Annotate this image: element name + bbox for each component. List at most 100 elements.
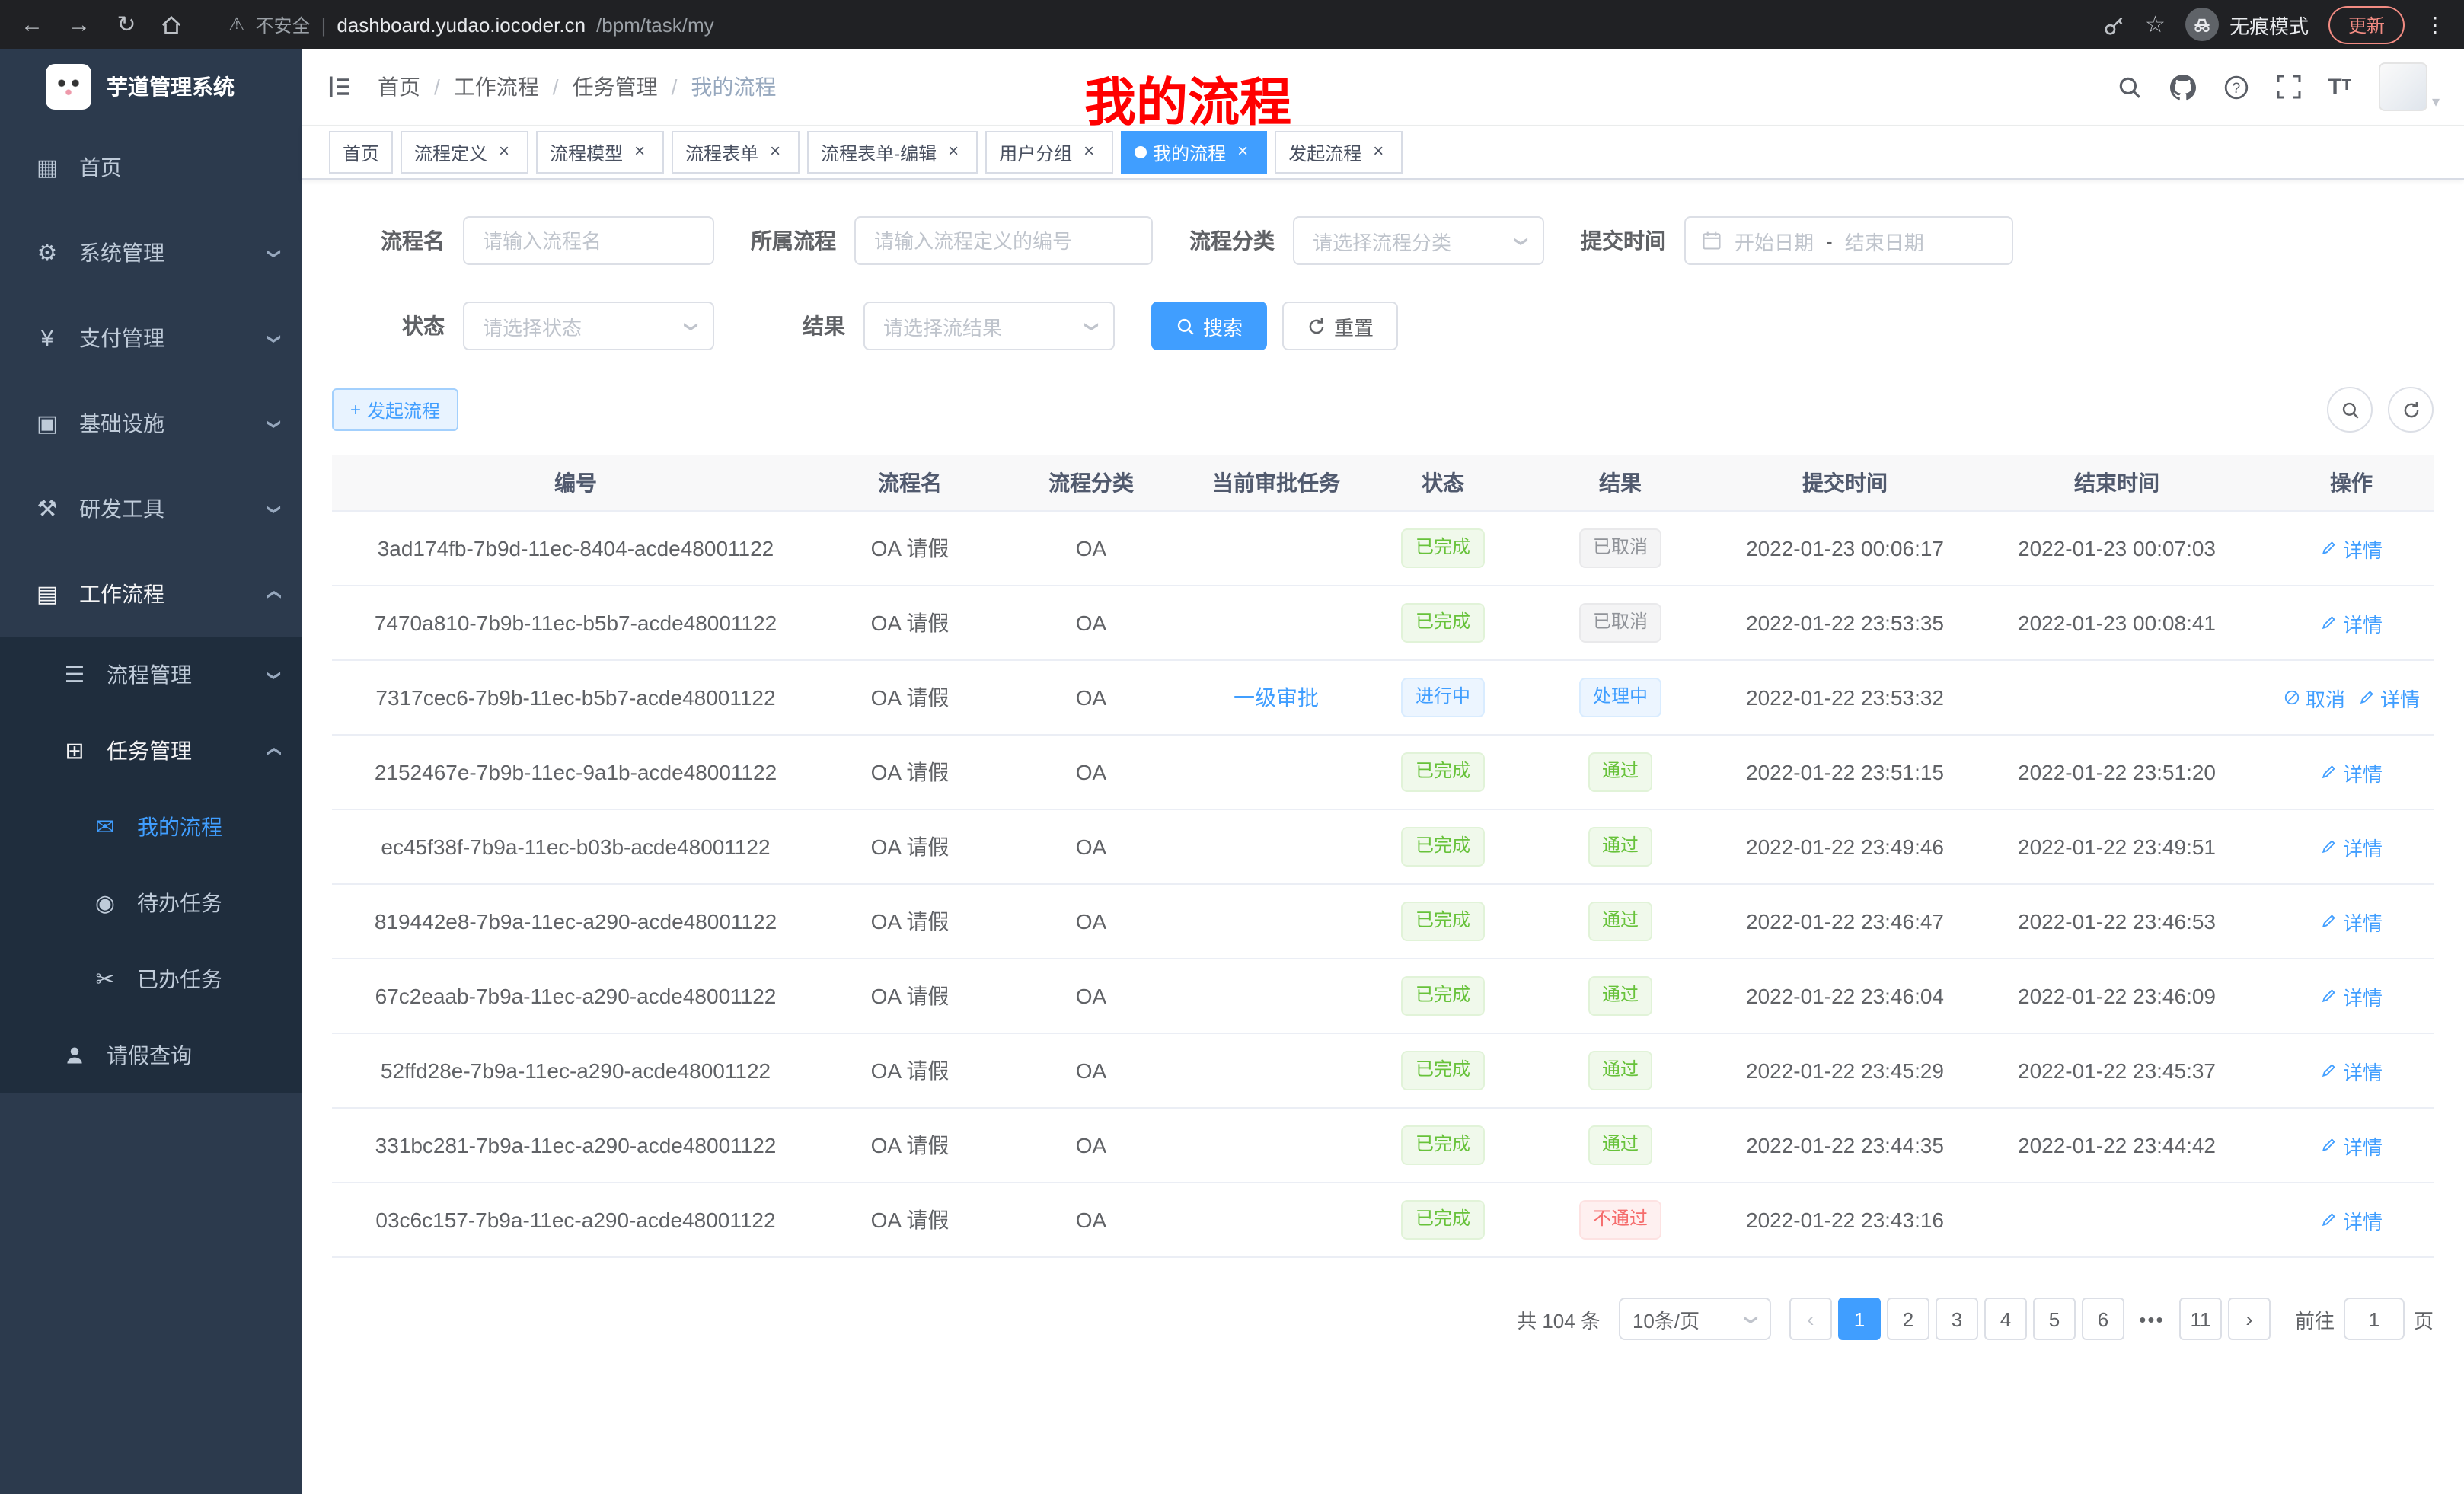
sidebar-item-done-tasks[interactable]: ✂ 已办任务 (0, 941, 302, 1017)
result-badge: 处理中 (1579, 678, 1661, 717)
view-tab[interactable]: 发起流程 × (1275, 131, 1403, 174)
detail-link[interactable]: 详情 (2320, 1056, 2383, 1085)
sidebar-item-workflow[interactable]: ▤ 工作流程 ❯ (0, 551, 302, 637)
sidebar-item-process-mgmt[interactable]: ☰ 流程管理 ❯ (0, 637, 302, 713)
view-tab[interactable]: 首页 × (329, 131, 393, 174)
search-button[interactable]: 搜索 (1151, 302, 1267, 350)
detail-link[interactable]: 详情 (2320, 534, 2383, 563)
task-mgmt-submenu: ✉ 我的流程 ◉ 待办任务 ✂ 已办任务 (0, 789, 302, 1017)
detail-link[interactable]: 详情 (2320, 832, 2383, 861)
category-select[interactable]: 请选择流程分类 ❯ (1293, 216, 1544, 265)
process-definition-input[interactable] (854, 216, 1153, 265)
view-tab[interactable]: 流程定义 × (401, 131, 528, 174)
toggle-search-button[interactable] (2327, 387, 2373, 433)
page-button[interactable]: 11 (2179, 1298, 2222, 1340)
sidebar-item-system[interactable]: ⚙ 系统管理 ❯ (0, 210, 302, 295)
cell-submit-time: 2022-01-22 23:49:46 (1725, 835, 1964, 859)
create-process-button[interactable]: + 发起流程 (332, 388, 458, 431)
view-tab[interactable]: 流程表单 × (672, 131, 800, 174)
sidebar-item-payment[interactable]: ¥ 支付管理 ❯ (0, 295, 302, 381)
search-icon[interactable] (2116, 74, 2142, 100)
status-badge: 已完成 (1402, 1200, 1484, 1240)
logo-image (46, 64, 91, 110)
github-icon[interactable] (2169, 74, 2195, 100)
cell-end-time: 2022-01-22 23:46:09 (1964, 984, 2269, 1008)
view-tab[interactable]: 流程模型 × (536, 131, 664, 174)
page-button[interactable]: 3 (1936, 1298, 1978, 1340)
home-icon[interactable] (160, 13, 187, 36)
close-icon[interactable]: × (1078, 142, 1100, 163)
result-select[interactable]: 请选择流结果 ❯ (863, 302, 1115, 350)
result-badge: 已取消 (1579, 603, 1661, 643)
cell-id: 2152467e-7b9b-11ec-9a1b-acde48001122 (332, 760, 819, 784)
back-icon[interactable]: ← (18, 11, 46, 37)
close-icon[interactable]: × (764, 142, 786, 163)
app-logo[interactable]: 芋道管理系统 (0, 49, 302, 125)
breadcrumb-home[interactable]: 首页 (378, 72, 420, 102)
key-extension-icon[interactable] (2102, 13, 2125, 36)
close-icon[interactable]: × (943, 142, 964, 163)
detail-link[interactable]: 详情 (2320, 1131, 2383, 1160)
sidebar-item-devtools[interactable]: ⚒ 研发工具 ❯ (0, 466, 302, 551)
forward-icon[interactable]: → (65, 11, 93, 37)
page-button[interactable]: 5 (2033, 1298, 2076, 1340)
browser-menu-icon[interactable]: ⋮ (2424, 11, 2446, 37)
current-task-link[interactable]: 一级审批 (1234, 682, 1319, 713)
breadcrumb-workflow[interactable]: 工作流程 (454, 72, 539, 102)
user-menu[interactable]: ▾ (2379, 62, 2440, 111)
help-icon[interactable] (2223, 74, 2249, 100)
cell-id: 03c6c157-7b9a-11ec-a290-acde48001122 (332, 1208, 819, 1232)
status-select[interactable]: 请选择状态 ❯ (463, 302, 714, 350)
fullscreen-icon[interactable] (2276, 75, 2300, 99)
detail-link[interactable]: 详情 (2320, 1205, 2383, 1234)
detail-link[interactable]: 详情 (2320, 608, 2383, 637)
jump-page-input[interactable] (2344, 1298, 2405, 1340)
page-size-select[interactable]: 10条/页 ❯ (1619, 1298, 1771, 1340)
sidebar-toggle-icon[interactable] (326, 73, 353, 101)
sidebar-item-task-mgmt[interactable]: ⊞ 任务管理 ❯ (0, 713, 302, 789)
reload-icon[interactable]: ↻ (113, 11, 140, 38)
view-tab[interactable]: 流程表单-编辑 × (807, 131, 978, 174)
cell-submit-time: 2022-01-22 23:43:16 (1725, 1208, 1964, 1232)
next-page-button[interactable]: › (2228, 1298, 2271, 1340)
view-tab[interactable]: 我的流程 × (1121, 131, 1267, 174)
date-range-picker[interactable]: 开始日期 - 结束日期 (1684, 216, 2013, 265)
page-button[interactable]: 6 (2082, 1298, 2124, 1340)
filter-row-1: 流程名 所属流程 流程分类 请选择流程分类 ❯ (356, 216, 2434, 265)
font-size-icon[interactable]: TT (2328, 75, 2351, 98)
close-icon[interactable]: × (1368, 142, 1389, 163)
cancel-link[interactable]: 取消 (2283, 683, 2345, 712)
sidebar-item-my-process[interactable]: ✉ 我的流程 (0, 789, 302, 865)
sidebar-item-leave-query[interactable]: 请假查询 (0, 1017, 302, 1093)
detail-link[interactable]: 详情 (2320, 907, 2383, 936)
prev-page-button[interactable]: ‹ (1789, 1298, 1832, 1340)
page-button[interactable]: 1 (1838, 1298, 1881, 1340)
cell-submit-time: 2022-01-23 00:06:17 (1725, 536, 1964, 560)
sidebar-item-todo-tasks[interactable]: ◉ 待办任务 (0, 865, 302, 941)
close-icon[interactable]: × (1232, 142, 1253, 163)
refresh-button[interactable] (2388, 387, 2434, 433)
reset-button[interactable]: 重置 (1282, 302, 1398, 350)
detail-link[interactable]: 详情 (2320, 758, 2383, 787)
update-button[interactable]: 更新 (2328, 5, 2405, 43)
address-bar[interactable]: ⚠ 不安全 | dashboard.yudao.iocoder.cn/bpm/t… (228, 11, 2083, 37)
close-icon[interactable]: × (493, 142, 515, 163)
detail-link[interactable]: 详情 (2320, 982, 2383, 1010)
detail-link[interactable]: 详情 (2357, 683, 2420, 712)
scissors-icon: ✂ (91, 966, 119, 993)
incognito-profile-chip[interactable]: 无痕模式 (2185, 8, 2309, 41)
sidebar-item-home[interactable]: ▦ 首页 (0, 125, 302, 210)
view-tab[interactable]: 用户分组 × (985, 131, 1113, 174)
page-button[interactable]: 4 (1984, 1298, 2027, 1340)
sidebar-item-infra[interactable]: ▣ 基础设施 ❯ (0, 381, 302, 466)
status-badge: 已完成 (1402, 902, 1484, 941)
page-button[interactable]: 2 (1887, 1298, 1929, 1340)
process-name-input[interactable] (463, 216, 714, 265)
bookmark-star-icon[interactable]: ☆ (2145, 11, 2166, 38)
submit-time-label: 提交时间 (1581, 225, 1666, 256)
close-icon[interactable]: × (629, 142, 650, 163)
cell-submit-time: 2022-01-22 23:46:04 (1725, 984, 1964, 1008)
breadcrumb-task-mgmt[interactable]: 任务管理 (573, 72, 658, 102)
page-button[interactable]: ••• (2130, 1298, 2173, 1340)
chevron-down-icon: ❯ (1084, 320, 1100, 331)
